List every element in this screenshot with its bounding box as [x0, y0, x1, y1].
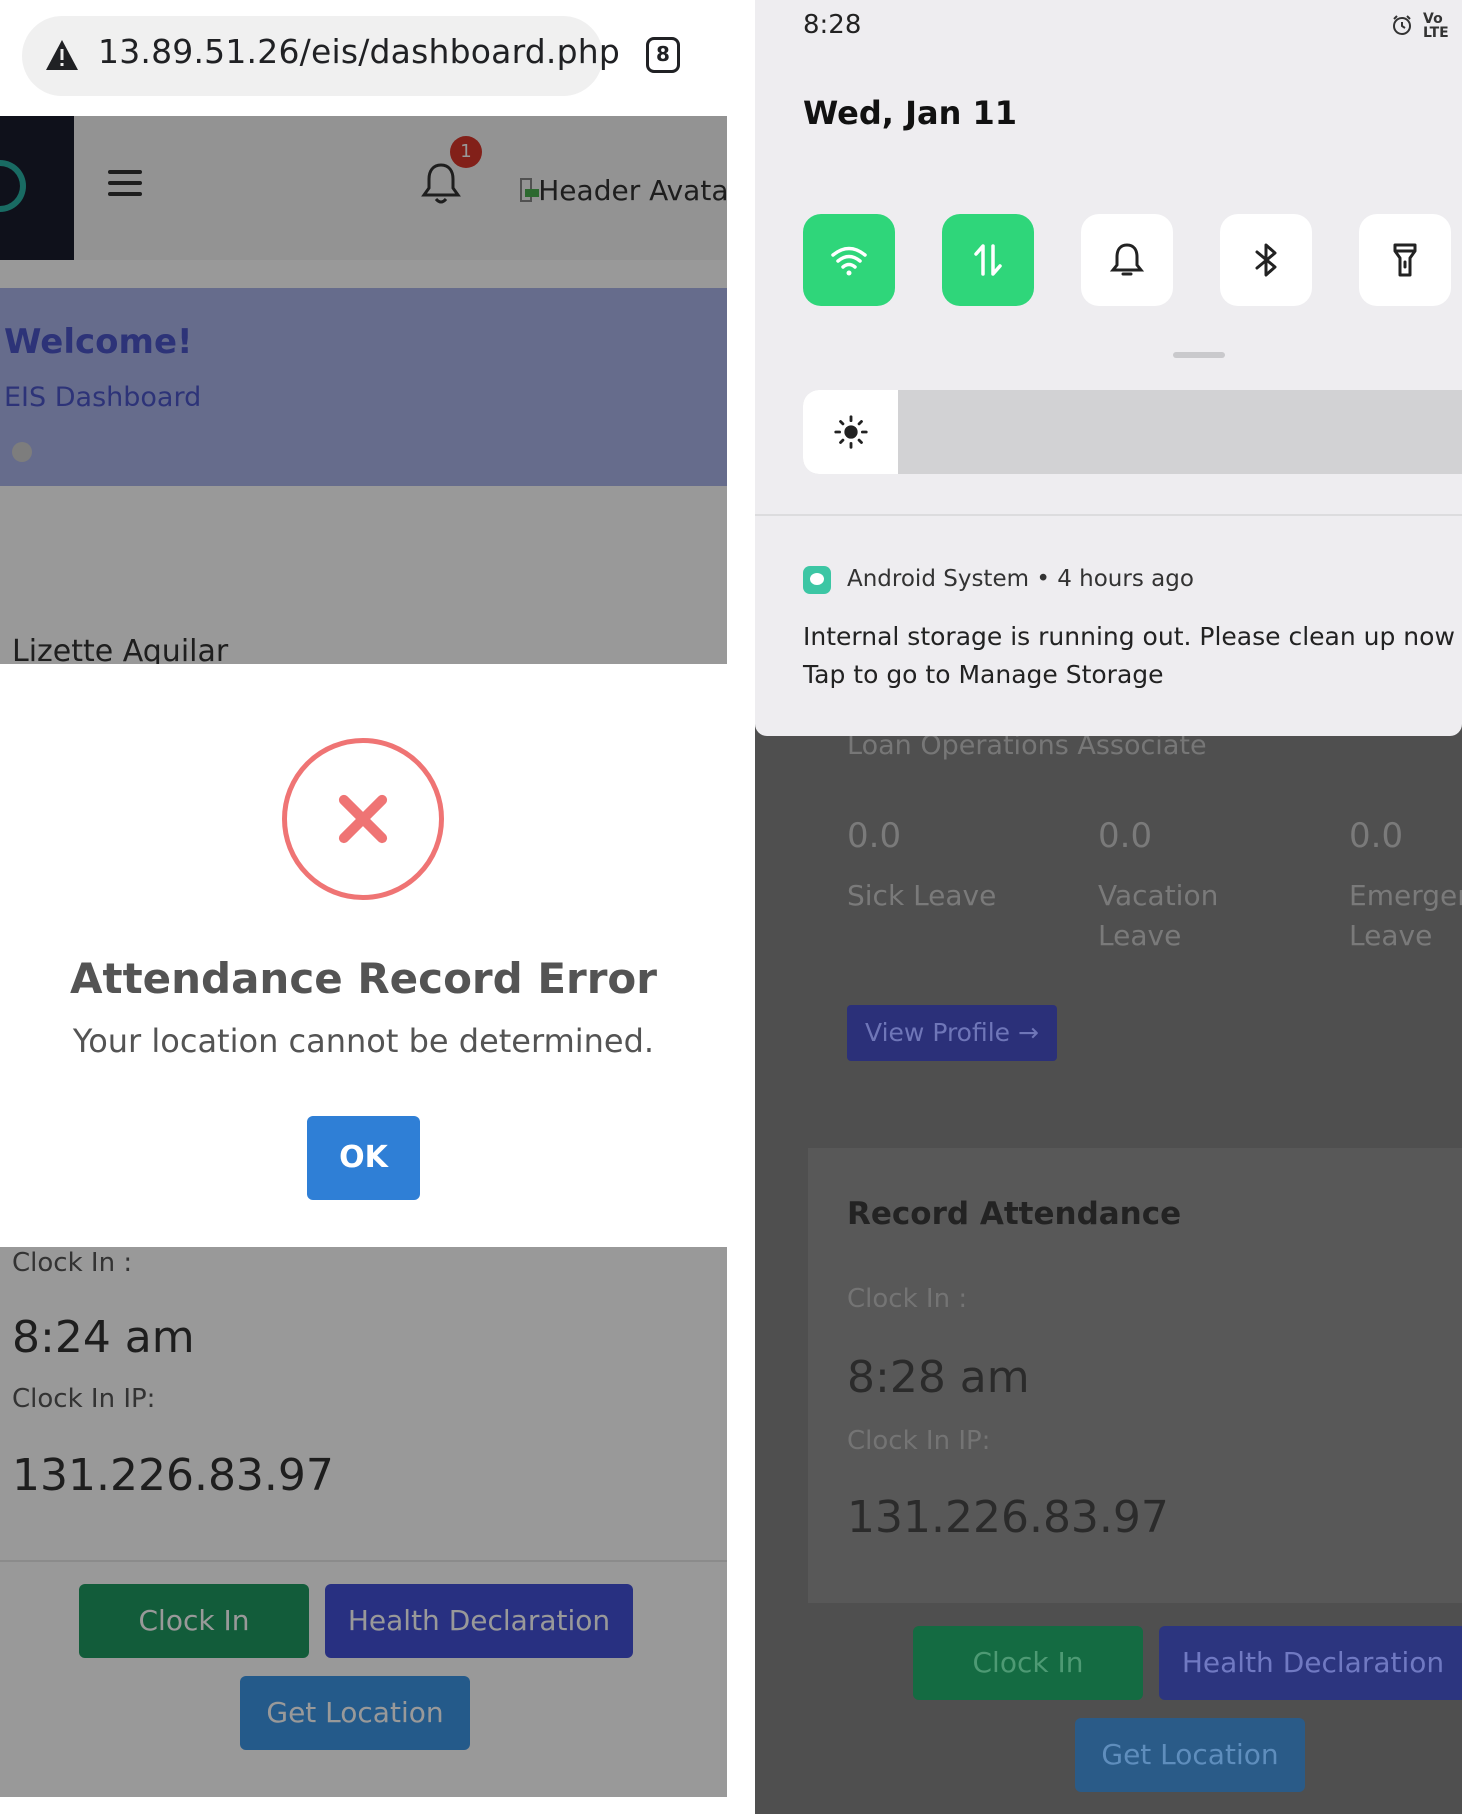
emergency-leave-label: Emergen Leave — [1349, 879, 1462, 952]
error-dialog: Attendance Record Error Your location ca… — [0, 664, 727, 1247]
android-system-icon — [803, 566, 831, 594]
alarm-icon — [1393, 15, 1411, 35]
warning-icon[interactable] — [44, 38, 80, 72]
tab-switcher-button[interactable]: 8 — [646, 37, 680, 73]
error-icon — [282, 738, 444, 900]
sick-leave-label: Sick Leave — [847, 879, 997, 912]
view-profile-button[interactable]: View Profile → — [847, 1005, 1057, 1061]
get-location-button[interactable]: Get Location — [1075, 1718, 1305, 1792]
divider — [755, 514, 1462, 516]
url-text[interactable]: 13.89.51.26/eis/dashboard.php — [98, 32, 620, 71]
clock-in-ip-label: Clock In IP: — [847, 1426, 991, 1456]
clock-in-button[interactable]: Clock In — [913, 1626, 1143, 1700]
brightness-slider-fill[interactable] — [803, 390, 898, 474]
health-declaration-button[interactable]: Health Declaration — [1159, 1626, 1462, 1700]
notification-app-name: Android System — [847, 566, 1030, 592]
emergency-leave-value: 0.0 — [1349, 816, 1404, 856]
sick-leave-value: 0.0 — [847, 816, 902, 856]
flashlight-icon — [1393, 243, 1417, 277]
separator-dot: • — [1036, 566, 1058, 592]
date-label: Wed, Jan 11 — [803, 94, 1018, 132]
wifi-icon — [831, 246, 867, 276]
notification-time: 4 hours ago — [1057, 566, 1194, 592]
volte-icon: Vo LTE — [1423, 11, 1449, 41]
brightness-icon — [833, 415, 868, 449]
clock-in-ip-value: 131.226.83.97 — [847, 1492, 1169, 1543]
mobile-data-icon — [974, 244, 1002, 276]
vacation-leave-value: 0.0 — [1098, 816, 1153, 856]
bluetooth-icon — [1255, 243, 1277, 277]
dialog-message: Your location cannot be determined. — [72, 1022, 655, 1060]
right-screenshot: Loan Operations Associate 0.0 Sick Leave… — [755, 0, 1462, 1814]
vacation-leave-label: Vacation Leave — [1098, 879, 1219, 952]
shade-expand-handle[interactable] — [1173, 352, 1225, 358]
modal-backdrop[interactable] — [0, 116, 727, 664]
flashlight-tile[interactable] — [1359, 214, 1451, 306]
wifi-tile[interactable] — [803, 214, 895, 306]
mobile-data-tile[interactable] — [942, 214, 1034, 306]
notification-text: Internal storage is running out. Please … — [803, 622, 1455, 651]
notification-body[interactable]: Internal storage is running out. Please … — [803, 618, 1455, 694]
status-bar-time: 8:28 — [803, 10, 862, 40]
clock-in-time: 8:28 am — [847, 1352, 1030, 1403]
ok-button[interactable]: OK — [307, 1116, 420, 1200]
modal-backdrop[interactable] — [0, 1247, 727, 1797]
notification-header[interactable]: Android System • 4 hours ago — [847, 566, 1194, 592]
notification-shade: 8:28 Vo LTE Wed, Jan 11 Android System •… — [755, 0, 1462, 736]
record-attendance-title: Record Attendance — [847, 1196, 1182, 1232]
sound-tile[interactable] — [1081, 214, 1173, 306]
bluetooth-tile[interactable] — [1220, 214, 1312, 306]
left-screenshot: 13.89.51.26/eis/dashboard.php 8 1 Header… — [0, 0, 727, 1814]
dialog-title: Attendance Record Error — [69, 954, 657, 1003]
clock-in-label: Clock In : — [847, 1284, 968, 1314]
bell-icon — [1109, 243, 1145, 276]
notification-action-text: Tap to go to Manage Storage — [803, 660, 1164, 689]
brightness-slider[interactable] — [803, 390, 1462, 474]
